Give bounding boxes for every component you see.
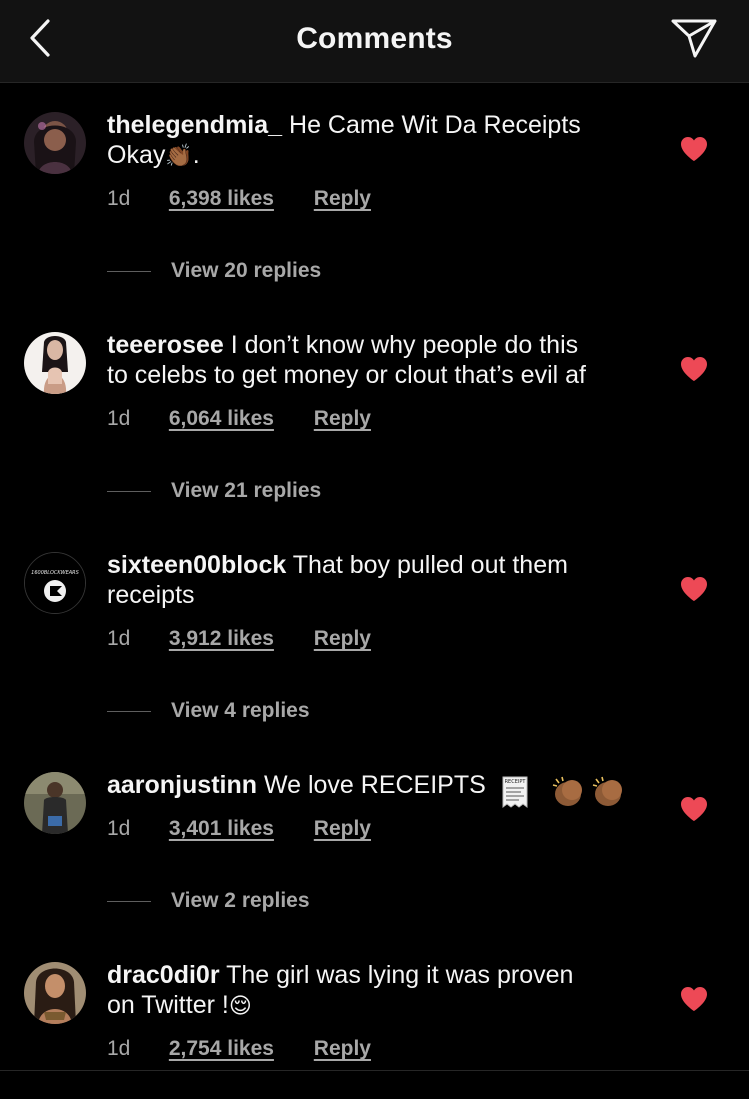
- heart-icon[interactable]: [680, 576, 708, 602]
- receipt-label: RECEIPT: [504, 779, 526, 785]
- divider: [107, 270, 151, 272]
- avatar[interactable]: [24, 962, 86, 1024]
- comment-meta: 1d 3,401 likes Reply: [107, 814, 371, 844]
- heart-icon[interactable]: [680, 986, 708, 1012]
- likes-count[interactable]: 3,401 likes: [169, 814, 274, 844]
- avatar-logo-text: 1600BLOCKWEARS: [31, 570, 79, 576]
- comment-text-line: We love RECEIPTS: [263, 771, 486, 799]
- timestamp: 1d: [107, 1037, 131, 1060]
- divider: [107, 710, 151, 712]
- comment-text-line: to celebs to get money or clout that’s e…: [107, 361, 586, 389]
- view-replies-label: View 20 replies: [171, 259, 322, 282]
- clapping-hands-icon: [552, 776, 622, 806]
- view-replies-button[interactable]: View 20 replies: [107, 256, 321, 286]
- timestamp: 1d: [107, 627, 131, 650]
- comment-meta: 1d 3,912 likes Reply: [107, 624, 371, 654]
- relieved-face-emoji: 😌: [228, 994, 252, 1019]
- timestamp: 1d: [107, 817, 131, 840]
- avatar[interactable]: [24, 332, 86, 394]
- avatar[interactable]: [24, 112, 86, 174]
- comment-text-suffix: .: [192, 141, 200, 169]
- comment-text: drac0di0r The girl was lying it was prov…: [107, 960, 647, 1022]
- receipt-clap-emoji: RECEIPT 🧾 👏🏾👏🏾: [501, 776, 630, 808]
- comment-meta: 1d 6,064 likes Reply: [107, 404, 371, 434]
- avatar[interactable]: [24, 772, 86, 834]
- page-title: Comments: [296, 22, 453, 55]
- reply-button[interactable]: Reply: [314, 1034, 371, 1064]
- username[interactable]: aaronjustinn: [107, 771, 257, 799]
- comment-text-line: on Twitter !: [107, 991, 229, 1019]
- comment-text-line: Okay: [107, 141, 166, 169]
- paper-plane-icon: [671, 19, 717, 58]
- username[interactable]: thelegendmia_: [107, 111, 282, 139]
- view-replies-label: View 2 replies: [171, 889, 310, 912]
- comment-text: sixteen00block That boy pulled out them …: [107, 550, 647, 610]
- receipt-icon: RECEIPT: [502, 776, 528, 808]
- comment-meta: 1d 2,754 likes Reply: [107, 1034, 371, 1064]
- comment-text: aaronjustinn We love RECEIPTS RECEIPT 🧾 …: [107, 770, 667, 808]
- top-bar: Comments: [0, 0, 749, 83]
- comment-text-line: receipts: [107, 581, 195, 609]
- view-replies-label: View 4 replies: [171, 699, 310, 722]
- likes-count[interactable]: 3,912 likes: [169, 624, 274, 654]
- comment-text-line: He Came Wit Da Receipts: [289, 111, 581, 139]
- divider: [107, 900, 151, 902]
- comment-text-line: That boy pulled out them: [292, 551, 568, 579]
- likes-count[interactable]: 6,064 likes: [169, 404, 274, 434]
- reply-button[interactable]: Reply: [314, 814, 371, 844]
- comment-meta: 1d 6,398 likes Reply: [107, 184, 371, 214]
- view-replies-label: View 21 replies: [171, 479, 322, 502]
- heart-icon[interactable]: [680, 796, 708, 822]
- comment-text-line: I don’t know why people do this: [230, 331, 579, 359]
- reply-button[interactable]: Reply: [314, 624, 371, 654]
- username[interactable]: drac0di0r: [107, 961, 220, 989]
- heart-icon[interactable]: [680, 136, 708, 162]
- view-replies-button[interactable]: View 21 replies: [107, 476, 321, 506]
- divider: [107, 490, 151, 492]
- reply-button[interactable]: Reply: [314, 184, 371, 214]
- username[interactable]: teeerosee: [107, 331, 224, 359]
- likes-count[interactable]: 2,754 likes: [169, 1034, 274, 1064]
- timestamp: 1d: [107, 407, 131, 430]
- bottom-divider: [0, 1070, 749, 1071]
- view-replies-button[interactable]: View 4 replies: [107, 696, 310, 726]
- comment-text-line: The girl was lying it was proven: [226, 961, 574, 989]
- comment-text: thelegendmia_ He Came Wit Da Receipts Ok…: [107, 110, 647, 172]
- likes-count[interactable]: 6,398 likes: [169, 184, 274, 214]
- username[interactable]: sixteen00block: [107, 551, 286, 579]
- comment-text: teeerosee I don’t know why people do thi…: [107, 330, 647, 390]
- timestamp: 1d: [107, 187, 131, 210]
- heart-icon[interactable]: [680, 356, 708, 382]
- clapping-hands-emoji: 👏🏾: [165, 144, 193, 169]
- reply-button[interactable]: Reply: [314, 404, 371, 434]
- view-replies-button[interactable]: View 2 replies: [107, 886, 310, 916]
- share-button[interactable]: [668, 14, 720, 62]
- avatar[interactable]: 1600BLOCKWEARS: [24, 552, 86, 614]
